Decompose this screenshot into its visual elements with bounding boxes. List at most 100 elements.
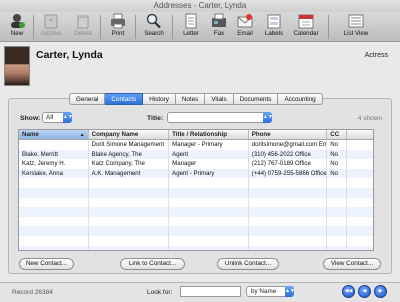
cell-title: Manager - Primary — [169, 140, 249, 150]
cell-cc: No — [327, 149, 348, 160]
cell-company: Katz Company, The — [89, 159, 170, 169]
toolbar-separator — [172, 15, 173, 39]
table-row[interactable]: Katz, Jeremy H. Katz Company, The Manage… — [19, 159, 373, 169]
title-select[interactable]: ▲▼ — [167, 112, 273, 123]
table-row[interactable]: Blake, Merritt Blake Agency, The Agent (… — [19, 149, 373, 160]
cell-phone: doritsimone@gmail.com Em — [249, 140, 328, 150]
toolbar-separator — [100, 15, 101, 39]
labels-icon — [265, 13, 283, 29]
forward-arrow-icon: ▶ — [378, 288, 383, 294]
cell-name — [19, 140, 89, 150]
search-icon — [145, 13, 163, 29]
cell-company: A.K. Management — [89, 168, 170, 179]
tab-contacts[interactable]: Contacts — [105, 93, 144, 105]
fax-icon — [210, 13, 228, 29]
table-header: Name ▲ Company Name Title / Relationship … — [19, 130, 373, 140]
cell-blank — [347, 169, 373, 179]
cell-title: Manager — [169, 159, 249, 169]
look-for-input[interactable] — [180, 286, 241, 297]
empty-table-row — [19, 207, 373, 217]
contact-role: Actress — [364, 52, 388, 59]
cell-company: Blake Agency, The — [89, 149, 170, 160]
link-to-contact-button[interactable]: Link to Contact... — [120, 258, 185, 270]
cell-name: Katz, Jeremy H. — [19, 159, 89, 169]
empty-table-row — [19, 197, 373, 208]
table-row[interactable]: Kerslake, Anna A.K. Management Agent - P… — [19, 168, 373, 179]
view-contact-button[interactable]: View Contact... — [323, 258, 381, 270]
status-bar: Record 26384 Look for: by Name ▲▼ ◀◀ ◀ ▶ — [0, 282, 400, 302]
empty-table-row — [19, 235, 373, 246]
new-contact-button[interactable]: New Contact... — [19, 258, 74, 270]
search-by-value: by Name — [251, 288, 277, 295]
sort-ascending-icon: ▲ — [79, 132, 85, 138]
toolbar-separator — [135, 15, 136, 39]
cell-title: Agent - Primary — [169, 168, 249, 179]
tab-documents[interactable]: Documents — [233, 93, 279, 105]
empty-table-row — [19, 178, 373, 188]
cell-cc: No — [327, 159, 348, 169]
next-record-button[interactable]: ▶ — [374, 285, 387, 298]
column-header-blank[interactable] — [347, 130, 373, 139]
previous-record-button[interactable]: ◀ — [358, 285, 371, 298]
email-icon — [236, 13, 254, 29]
show-label: Show: — [20, 115, 41, 122]
cell-blank — [347, 140, 373, 150]
cell-title: Agent — [169, 149, 249, 160]
cell-name: Blake, Merritt — [19, 149, 89, 160]
toolbar-separator — [33, 15, 34, 39]
show-select-value: All — [46, 114, 54, 121]
tab-notes[interactable]: Notes — [175, 93, 206, 105]
email-button[interactable]: Email — [229, 13, 261, 41]
calendar-button[interactable]: Calendar — [290, 13, 322, 41]
look-for-label: Look for: — [147, 289, 173, 296]
delete-icon — [74, 13, 92, 29]
column-header-phone[interactable]: Phone — [249, 130, 328, 139]
search-button[interactable]: Search — [138, 13, 170, 41]
skip-back-icon: ◀◀ — [344, 288, 353, 294]
tab-vitals[interactable]: Vitals — [205, 93, 234, 105]
chevron-updown-icon: ▲▼ — [263, 112, 273, 123]
column-header-company[interactable]: Company Name — [89, 130, 170, 139]
column-header-title[interactable]: Title / Relationship — [169, 130, 249, 139]
cell-cc: No — [327, 168, 348, 179]
list-view-icon — [347, 13, 365, 29]
contact-name: Carter, Lynda — [36, 49, 103, 61]
printer-icon — [109, 13, 127, 29]
archive-button[interactable]: Archive — [35, 13, 67, 41]
show-select[interactable]: All ▲▼ — [42, 112, 73, 123]
tab-general[interactable]: General — [69, 93, 106, 105]
new-button[interactable]: New — [1, 13, 33, 41]
empty-table-row — [19, 226, 373, 236]
tab-accounting[interactable]: Accounting — [278, 93, 323, 105]
letter-icon — [182, 13, 200, 29]
tab-bar: General Contacts History Notes Vitals Do… — [69, 93, 323, 105]
delete-button[interactable]: Delete — [67, 13, 99, 41]
cell-phone: (+44) 0759-255-5866 Office — [249, 168, 328, 179]
empty-table-row — [19, 216, 373, 227]
back-arrow-icon: ◀ — [362, 288, 367, 294]
table-body: Dorit Simone Management Manager - Primar… — [19, 140, 373, 250]
cell-phone: (212) 767-0189 Office — [249, 159, 328, 169]
cell-cc: No — [327, 140, 348, 150]
cell-blank — [347, 150, 373, 160]
first-record-button[interactable]: ◀◀ — [342, 285, 355, 298]
search-by-select[interactable]: by Name ▲▼ — [246, 286, 295, 297]
cell-name: Kerslake, Anna — [19, 168, 89, 179]
table-row[interactable]: Dorit Simone Management Manager - Primar… — [19, 140, 373, 150]
empty-table-row — [19, 245, 373, 250]
empty-table-row — [19, 187, 373, 198]
toolbar-separator — [328, 15, 329, 39]
cell-phone: (310) 456-2022 Office — [249, 149, 328, 160]
labels-button[interactable]: Labels — [258, 13, 290, 41]
column-header-name[interactable]: Name ▲ — [19, 130, 89, 139]
title-label: Title: — [147, 115, 164, 122]
calendar-icon — [297, 13, 315, 29]
tab-history[interactable]: History — [143, 93, 176, 105]
column-header-cc[interactable]: CC — [327, 130, 348, 139]
unlink-contact-button[interactable]: Unlink Contact... — [217, 258, 279, 270]
toolbar: New Archive Delete Print Search Letter F… — [0, 12, 400, 42]
chevron-updown-icon: ▲▼ — [285, 286, 295, 297]
archive-icon — [42, 13, 60, 29]
print-button[interactable]: Print — [102, 13, 134, 41]
list-view-button[interactable]: List View — [340, 13, 372, 41]
